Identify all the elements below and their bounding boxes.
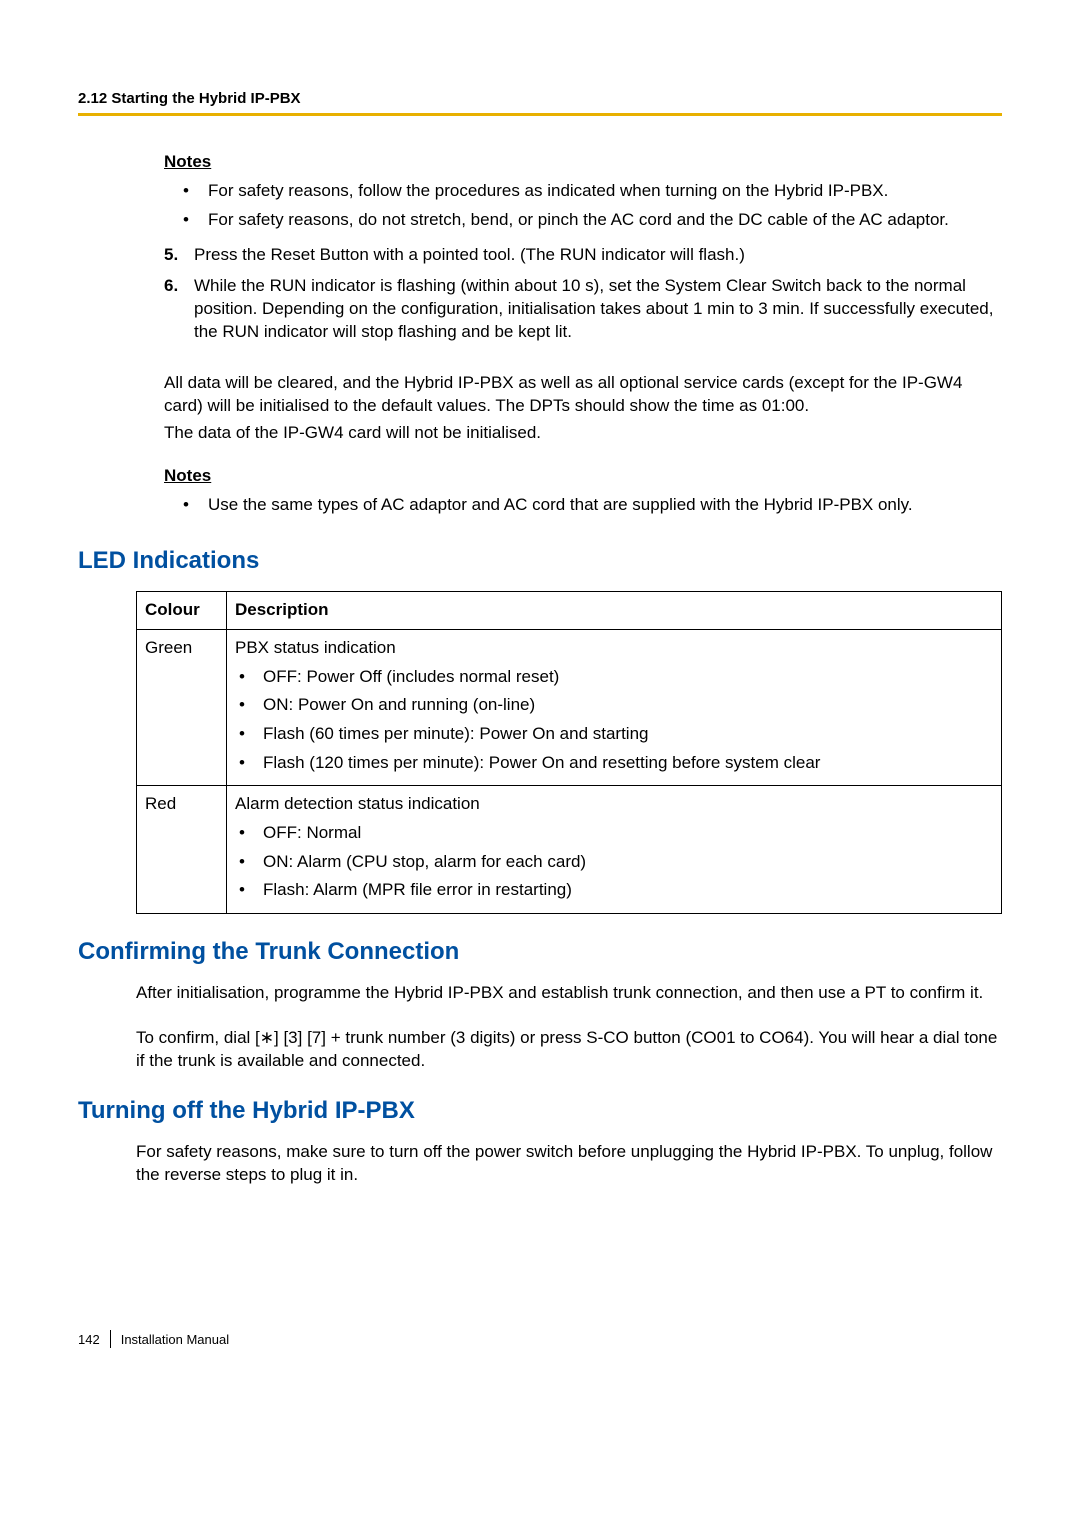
bullet-icon: • [235, 665, 263, 690]
page-number: 142 [78, 1332, 100, 1347]
bullet-text: Flash (120 times per minute): Power On a… [263, 751, 820, 776]
paragraph: After initialisation, programme the Hybr… [136, 982, 1002, 1005]
manual-name: Installation Manual [121, 1332, 229, 1347]
trunk-connection-heading: Confirming the Trunk Connection [78, 938, 1002, 966]
table-row: Red Alarm detection status indication •O… [137, 786, 1002, 914]
note-text: For safety reasons, follow the procedure… [208, 180, 888, 203]
paragraph: For safety reasons, make sure to turn of… [136, 1141, 1002, 1187]
cell-description: Alarm detection status indication •OFF: … [227, 786, 1002, 914]
bullet-text: Flash (60 times per minute): Power On an… [263, 722, 649, 747]
notes-list: •Use the same types of AC adaptor and AC… [164, 494, 1002, 517]
th-description: Description [227, 592, 1002, 630]
step-number: 5. [164, 244, 194, 267]
note-text: Use the same types of AC adaptor and AC … [208, 494, 913, 517]
led-indications-heading: LED Indications [78, 547, 1002, 575]
bullet-icon: • [235, 751, 263, 776]
th-colour: Colour [137, 592, 227, 630]
page-header: 2.12 Starting the Hybrid IP-PBX [78, 90, 1002, 107]
bullet-icon: • [235, 821, 263, 846]
accent-bar [78, 113, 1002, 116]
cell-colour: Red [137, 786, 227, 914]
step-number: 6. [164, 275, 194, 344]
paragraph: All data will be cleared, and the Hybrid… [164, 372, 1002, 418]
desc-title: Alarm detection status indication [235, 794, 480, 813]
bullet-text: OFF: Power Off (includes normal reset) [263, 665, 559, 690]
paragraph: To confirm, dial [∗] [3] [7] + trunk num… [136, 1027, 1002, 1073]
notes-heading: Notes [164, 152, 1002, 172]
paragraph: The data of the IP-GW4 card will not be … [164, 422, 1002, 445]
step-list: 5.Press the Reset Button with a pointed … [164, 244, 1002, 344]
notes-list: •For safety reasons, follow the procedur… [164, 180, 1002, 232]
led-table: Colour Description Green PBX status indi… [136, 591, 1002, 913]
bullet-icon: • [235, 693, 263, 718]
note-text: For safety reasons, do not stretch, bend… [208, 209, 949, 232]
table-row: Green PBX status indication •OFF: Power … [137, 630, 1002, 786]
page-footer: 142 Installation Manual [78, 1330, 229, 1348]
bullet-icon: • [235, 850, 263, 875]
turn-off-heading: Turning off the Hybrid IP-PBX [78, 1097, 1002, 1125]
bullet-icon: • [235, 878, 263, 903]
bullet-text: OFF: Normal [263, 821, 361, 846]
cell-colour: Green [137, 630, 227, 786]
notes-heading: Notes [164, 466, 1002, 486]
bullet-icon: • [164, 180, 208, 203]
footer-divider [110, 1330, 111, 1348]
step-text: While the RUN indicator is flashing (wit… [194, 275, 1002, 344]
bullet-icon: • [164, 494, 208, 517]
cell-description: PBX status indication •OFF: Power Off (i… [227, 630, 1002, 786]
bullet-icon: • [164, 209, 208, 232]
bullet-text: Flash: Alarm (MPR file error in restarti… [263, 878, 572, 903]
bullet-text: ON: Alarm (CPU stop, alarm for each card… [263, 850, 586, 875]
bullet-icon: • [235, 722, 263, 747]
bullet-text: ON: Power On and running (on-line) [263, 693, 535, 718]
step-text: Press the Reset Button with a pointed to… [194, 244, 745, 267]
desc-title: PBX status indication [235, 638, 396, 657]
